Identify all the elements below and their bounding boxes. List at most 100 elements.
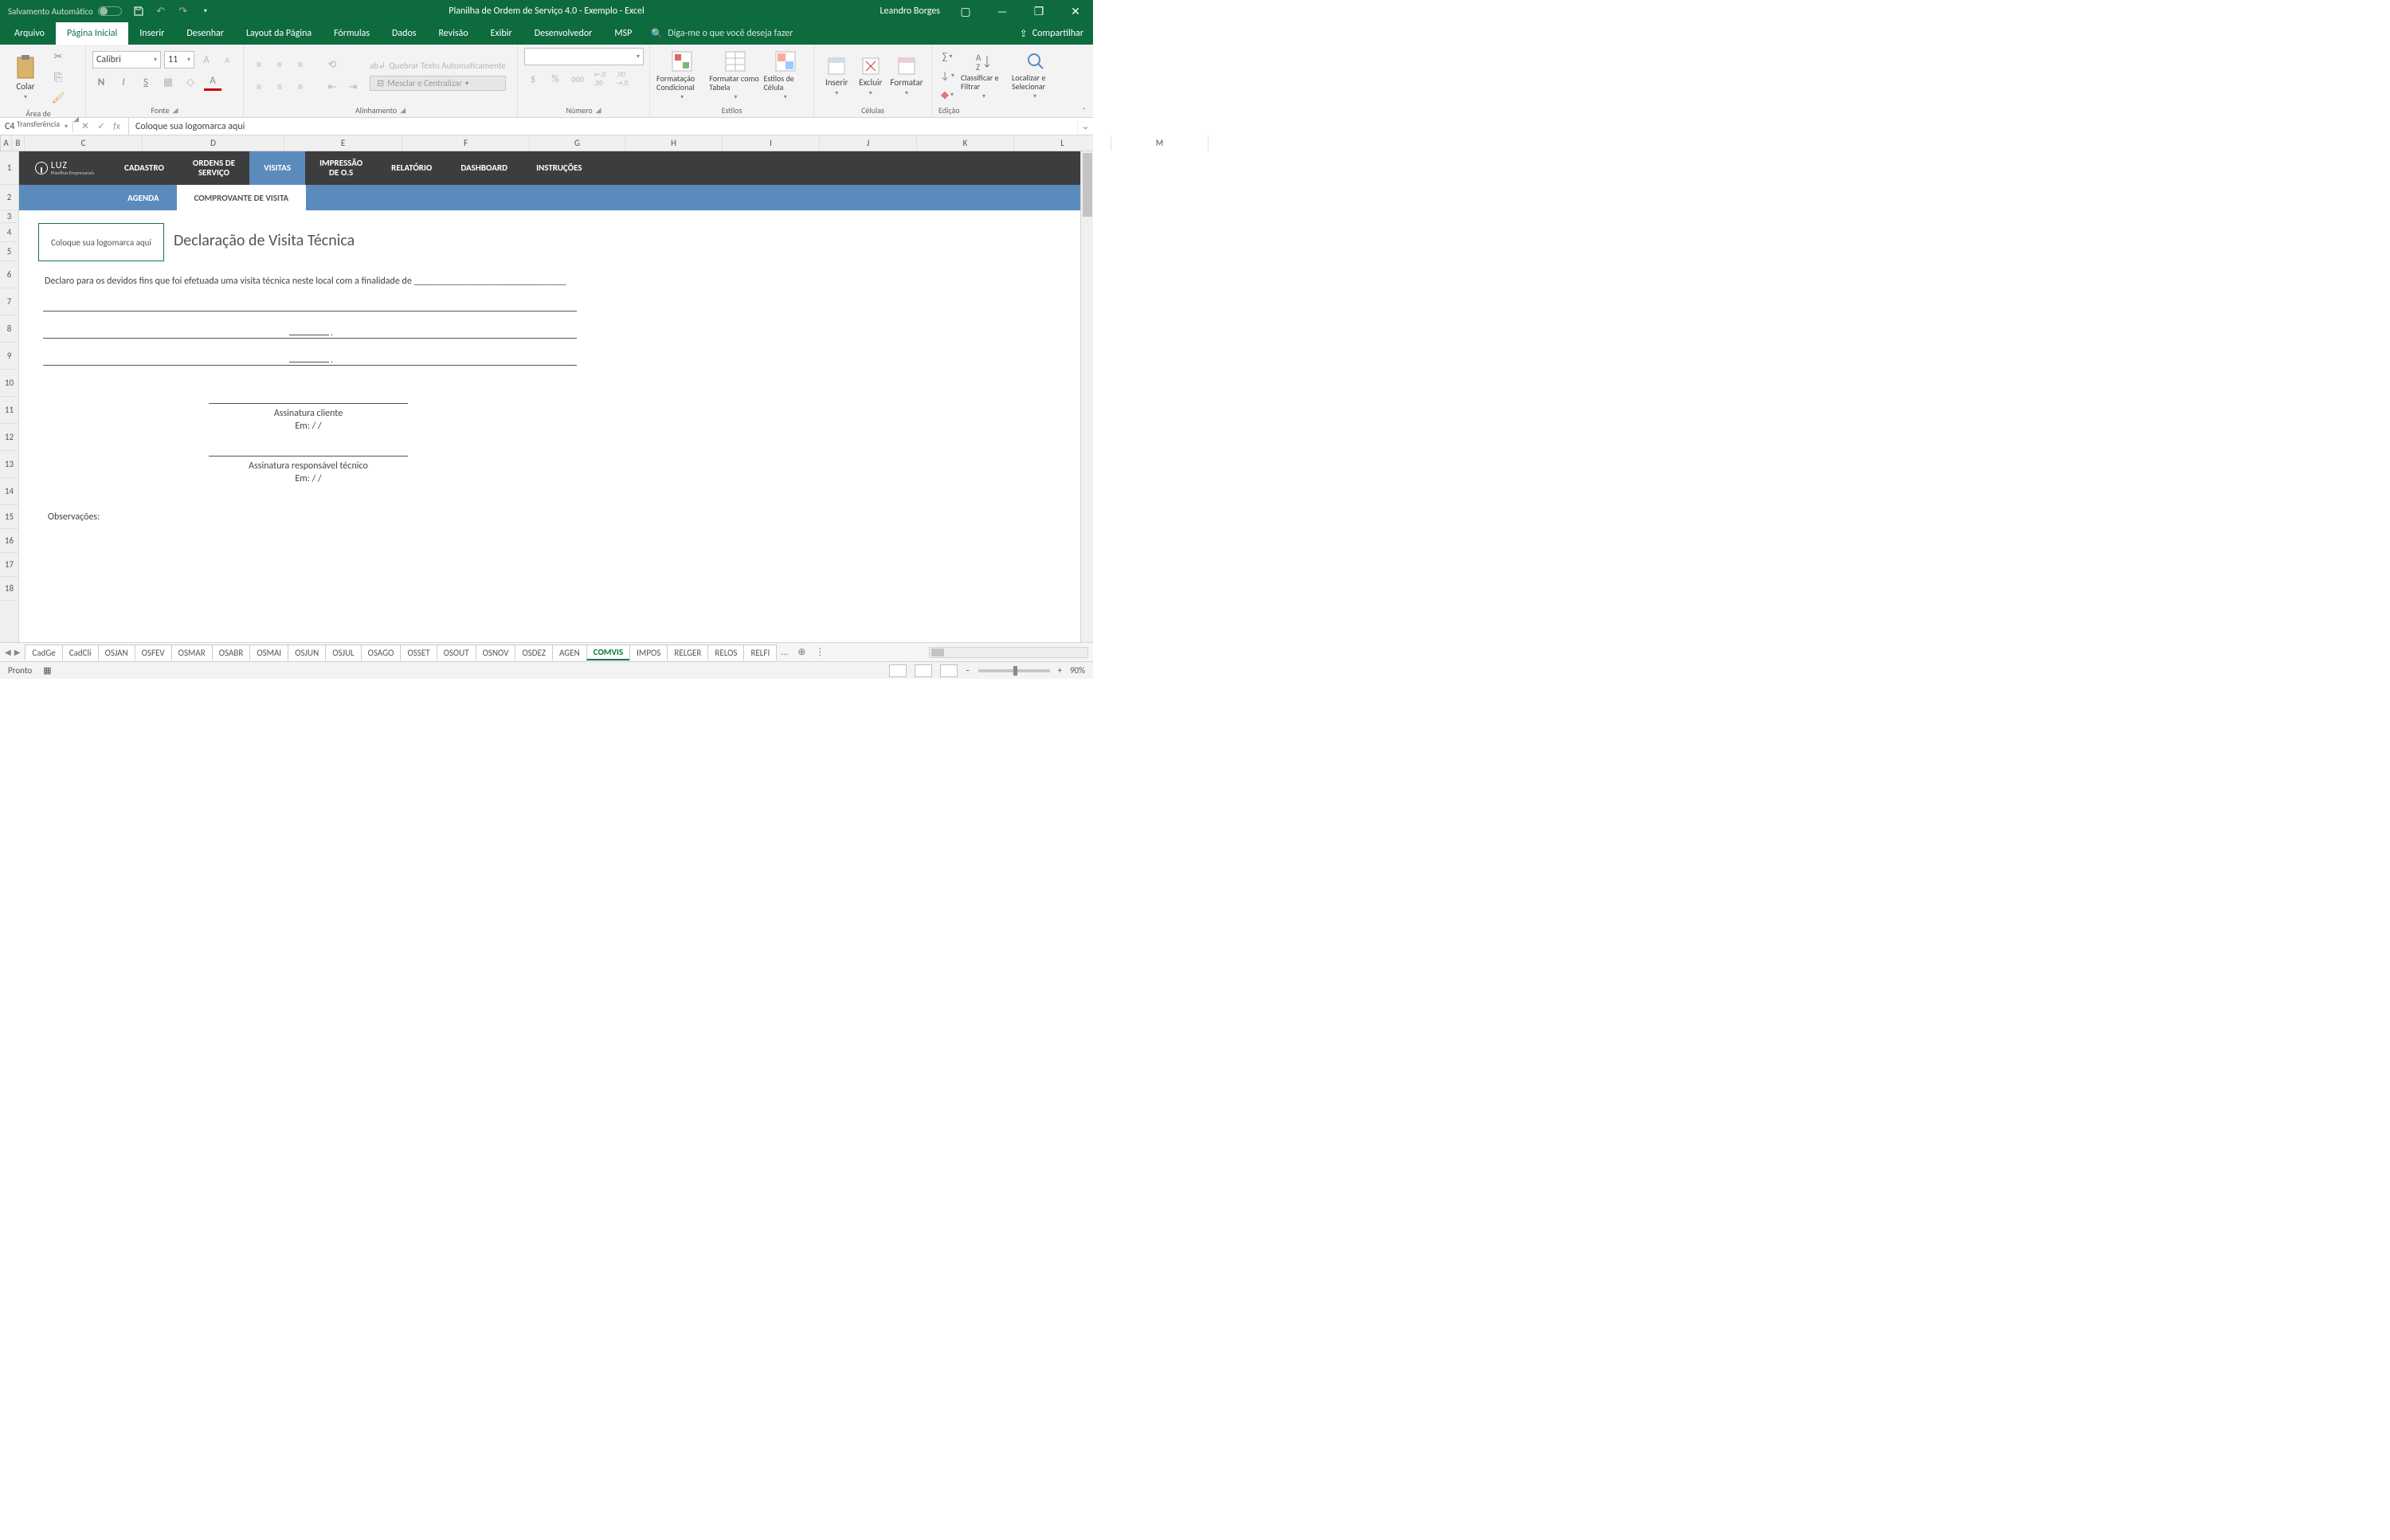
merge-center-button[interactable]: ⊟ Mesclar e Centralizar ▾	[370, 76, 506, 91]
percent-icon[interactable]: %	[547, 70, 564, 88]
column-header-K[interactable]: K	[917, 135, 1014, 151]
sheet-tab-osjun[interactable]: OSJUN	[288, 645, 326, 660]
format-painter-icon[interactable]: 🖌	[49, 89, 67, 107]
save-icon[interactable]	[133, 6, 144, 17]
fill-color-icon[interactable]: ◇	[182, 73, 199, 91]
decrease-decimal-icon[interactable]: ,00→,0	[613, 70, 631, 88]
expand-formula-bar-icon[interactable]: ⌄	[1077, 120, 1093, 132]
sheet-tab-osmai[interactable]: OSMAI	[249, 645, 288, 660]
sheet-tab-relger[interactable]: RELGER	[667, 645, 708, 660]
new-sheet-icon[interactable]: ⊕	[793, 646, 810, 658]
sort-filter-button[interactable]: AZ Classificar e Filtrar▾	[961, 51, 1007, 100]
tab-desenvolvedor[interactable]: Desenvolvedor	[523, 22, 604, 45]
sheet-tab-osdez[interactable]: OSDEZ	[515, 645, 553, 660]
nav-cadastro[interactable]: CADASTRO	[110, 151, 178, 185]
row-header-5[interactable]: 5	[0, 242, 18, 261]
column-header-J[interactable]: J	[820, 135, 917, 151]
sheet-tab-impos[interactable]: IMPOS	[629, 645, 668, 660]
number-format-combo[interactable]: ▾	[524, 48, 644, 65]
row-header-16[interactable]: 16	[0, 529, 18, 553]
currency-icon[interactable]: $	[524, 70, 542, 88]
increase-indent-icon[interactable]: ⇥	[344, 78, 362, 96]
tell-me-search[interactable]: 🔍 Diga-me o que você deseja fazer	[651, 22, 793, 45]
sheet-tabs-more[interactable]: ...	[776, 647, 793, 658]
close-icon[interactable]: ✕	[1064, 5, 1087, 18]
nav-ordens[interactable]: ORDENS DESERVIÇO	[178, 151, 249, 185]
view-page-break-icon[interactable]	[940, 664, 958, 677]
qat-customize-icon[interactable]: ▾	[200, 6, 211, 17]
sheet-nav-next-icon[interactable]: ▶	[14, 647, 21, 657]
subtab-comprovante[interactable]: COMPROVANTE DE VISITA	[177, 185, 307, 210]
row-header-9[interactable]: 9	[0, 343, 18, 370]
nav-visitas[interactable]: VISITAS	[249, 151, 305, 185]
sheet-tab-cadge[interactable]: CadGe	[25, 645, 62, 660]
sheet-tab-osjan[interactable]: OSJAN	[98, 645, 135, 660]
macro-record-icon[interactable]: ▦	[43, 665, 51, 676]
clear-icon[interactable]: ◆▾	[938, 86, 956, 104]
increase-font-icon[interactable]: A	[198, 51, 215, 69]
row-header-17[interactable]: 17	[0, 553, 18, 577]
conditional-formatting-button[interactable]: Formatação Condicional▾	[656, 50, 707, 101]
row-header-14[interactable]: 14	[0, 478, 18, 505]
font-color-icon[interactable]: A	[204, 73, 221, 91]
find-select-button[interactable]: Localizar e Selecionar▾	[1012, 51, 1058, 100]
nav-impressao[interactable]: IMPRESSÃODE O.S	[305, 151, 377, 185]
sheet-tab-osnov[interactable]: OSNOV	[476, 645, 516, 660]
row-header-4[interactable]: 4	[0, 223, 18, 242]
tab-dados[interactable]: Dados	[381, 22, 427, 45]
maximize-icon[interactable]: ❐	[1028, 5, 1050, 18]
row-header-3[interactable]: 3	[0, 210, 18, 223]
minimize-icon[interactable]: —	[991, 5, 1013, 18]
tab-pagina-inicial[interactable]: Página Inicial	[56, 22, 128, 45]
logo-placeholder-cell[interactable]: Coloque sua logomarca aqui	[38, 223, 164, 261]
column-header-G[interactable]: G	[530, 135, 625, 151]
cut-icon[interactable]: ✂	[49, 48, 67, 65]
align-left-icon[interactable]: ≡	[250, 78, 268, 96]
column-header-H[interactable]: H	[625, 135, 723, 151]
font-launcher-icon[interactable]: ◢	[173, 106, 178, 115]
sheet-tab-osset[interactable]: OSSET	[400, 645, 437, 660]
tab-layout[interactable]: Layout da Página	[235, 22, 323, 45]
formula-input[interactable]: Coloque sua logomarca aqui	[128, 118, 1077, 135]
decrease-font-icon[interactable]: A	[218, 51, 236, 69]
row-header-10[interactable]: 10	[0, 370, 18, 397]
row-header-1[interactable]: 1	[0, 151, 18, 185]
sheet-tab-comvis[interactable]: COMVIS	[586, 645, 630, 660]
align-top-icon[interactable]: ≡	[250, 56, 268, 73]
format-as-table-button[interactable]: Formatar como Tabela▾	[709, 50, 762, 101]
view-page-layout-icon[interactable]	[915, 664, 932, 677]
alignment-launcher-icon[interactable]: ◢	[400, 106, 406, 115]
zoom-in-icon[interactable]: +	[1058, 665, 1062, 676]
horizontal-scrollbar[interactable]	[929, 647, 1088, 658]
font-size-combo[interactable]: 11▾	[164, 51, 194, 69]
align-bottom-icon[interactable]: ≡	[292, 56, 309, 73]
zoom-slider[interactable]	[978, 669, 1050, 672]
format-cells-button[interactable]: Formatar▾	[888, 55, 925, 97]
name-box[interactable]: C4 ▾	[0, 121, 73, 132]
border-icon[interactable]: ▦	[159, 73, 177, 91]
column-header-C[interactable]: C	[25, 135, 143, 151]
sheet-tab-osout[interactable]: OSOUT	[437, 645, 476, 660]
row-header-8[interactable]: 8	[0, 315, 18, 343]
nav-relatorio[interactable]: RELATÓRIO	[377, 151, 446, 185]
column-header-D[interactable]: D	[143, 135, 284, 151]
row-header-12[interactable]: 12	[0, 424, 18, 451]
cell-styles-button[interactable]: Estilos de Célula▾	[763, 50, 807, 101]
column-header-M[interactable]: M	[1111, 135, 1209, 151]
redo-icon[interactable]: ↷	[178, 6, 189, 17]
insert-cells-button[interactable]: Inserir▾	[821, 55, 853, 97]
thousands-icon[interactable]: 000	[569, 70, 586, 88]
collapse-ribbon-icon[interactable]: ⌃	[1081, 107, 1087, 115]
nav-instrucoes[interactable]: INSTRUÇÕES	[522, 151, 596, 185]
sheet-tab-osjul[interactable]: OSJUL	[325, 645, 361, 660]
increase-decimal-icon[interactable]: ←,0,00	[591, 70, 609, 88]
ribbon-display-icon[interactable]: ▢	[954, 5, 977, 18]
row-header-18[interactable]: 18	[0, 577, 18, 601]
align-middle-icon[interactable]: ≡	[271, 56, 288, 73]
cancel-formula-icon[interactable]: ✕	[81, 120, 89, 132]
align-right-icon[interactable]: ≡	[292, 78, 309, 96]
row-header-6[interactable]: 6	[0, 261, 18, 288]
sheet-tab-osabr[interactable]: OSABR	[212, 645, 251, 660]
paste-button[interactable]: Colar ▾	[6, 54, 45, 101]
tab-inserir[interactable]: Inserir	[128, 22, 175, 45]
